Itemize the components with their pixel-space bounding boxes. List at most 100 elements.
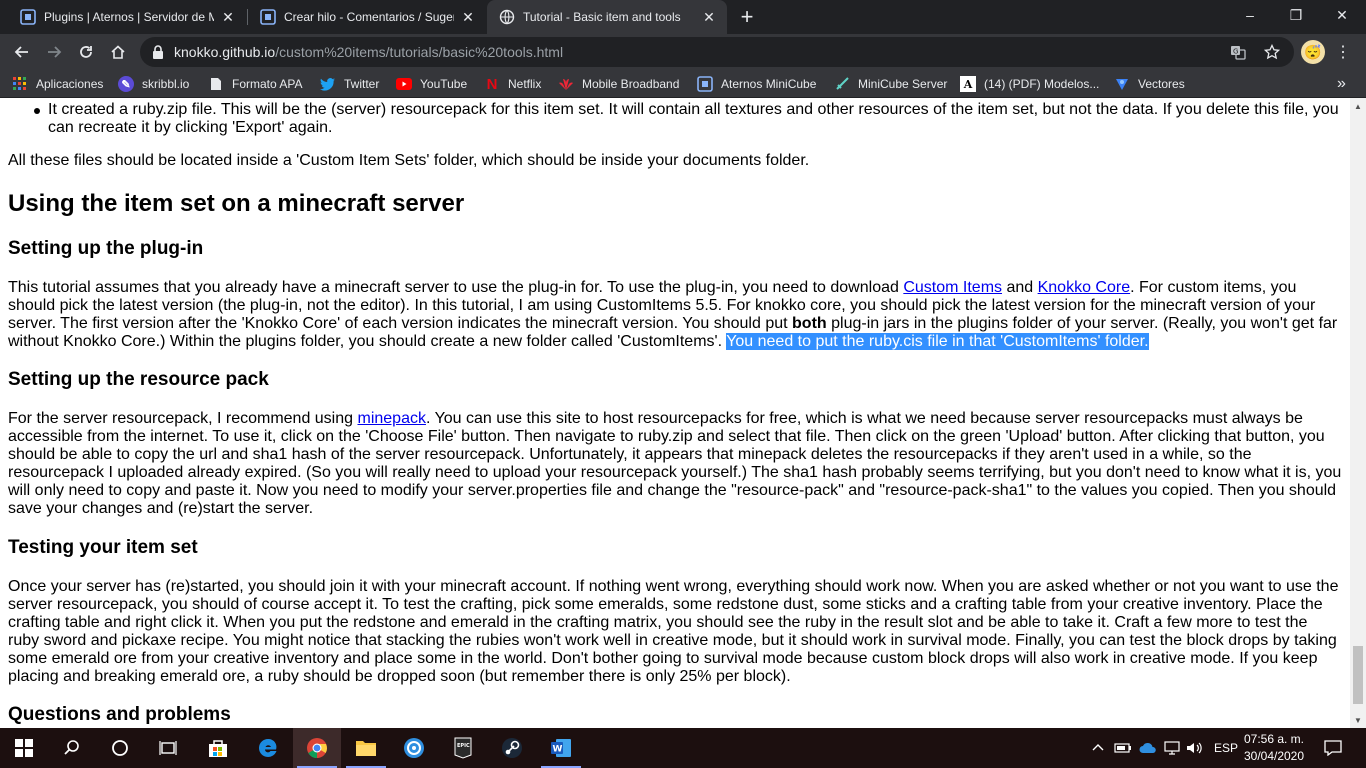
edge-button[interactable]	[244, 728, 292, 768]
search-button[interactable]	[48, 728, 96, 768]
arrow-right-icon	[48, 46, 62, 58]
close-tab-icon[interactable]: ✕	[701, 9, 717, 25]
url-path: /custom%20items/tutorials/basic%20tools.…	[275, 44, 564, 60]
translate-button[interactable]: G	[1230, 37, 1246, 67]
bookmark-doc-icon	[208, 76, 224, 92]
wacom-button[interactable]	[390, 728, 438, 768]
network-tray[interactable]	[1164, 728, 1180, 768]
bookmark-label: Aplicaciones	[36, 77, 104, 91]
bookmark-formato-apa[interactable]: Formato APA	[208, 70, 302, 98]
cortana-button[interactable]	[96, 728, 144, 768]
bookmark-aternos-minicube[interactable]: Aternos MiniCube	[697, 70, 816, 98]
bookmark-label: Vectores	[1138, 77, 1185, 91]
task-view-icon	[159, 741, 177, 755]
bookmarks-overflow-button[interactable]: »	[1337, 70, 1346, 98]
url-text[interactable]: knokko.github.io/custom%20items/tutorial…	[174, 44, 563, 60]
store-bag-icon	[209, 740, 227, 757]
task-view-button[interactable]	[144, 728, 192, 768]
custom-items-link[interactable]: Custom Items	[903, 279, 1002, 296]
windows-taskbar: EPIC W ESP 07:56 a. m. 30/04/2020	[0, 728, 1366, 768]
minimize-button[interactable]: –	[1227, 0, 1273, 30]
chrome-icon	[307, 738, 327, 759]
aternos-icon	[697, 76, 713, 92]
svg-text:G: G	[1233, 48, 1238, 56]
profile-avatar[interactable]: 😴	[1301, 40, 1325, 64]
speaker-icon	[1187, 742, 1202, 754]
kebab-menu-icon: ⋮	[1335, 44, 1351, 61]
url-host: knokko.github.io	[174, 44, 276, 60]
bookmark-label: YouTube	[420, 77, 468, 91]
heading-testing: Testing your item set	[8, 537, 198, 558]
tab-strip: Plugins | Aternos | Servidor de Minecraf…	[0, 0, 1366, 34]
clock-time: 07:56 a. m.	[1243, 732, 1305, 746]
bookmark-mobile-broadband[interactable]: Mobile Broadband	[558, 70, 679, 98]
word-button[interactable]: W	[537, 728, 585, 768]
aternos-icon	[20, 9, 36, 25]
input-language[interactable]: ESP	[1214, 728, 1238, 768]
reload-button[interactable]	[72, 38, 100, 66]
academia-icon: A	[960, 76, 976, 92]
knokko-core-link[interactable]: Knokko Core	[1038, 279, 1131, 296]
word-icon: W	[551, 739, 571, 757]
epic-games-button[interactable]: EPIC	[439, 728, 487, 768]
bookmark-apps[interactable]: Aplicaciones	[12, 70, 103, 98]
tab-tutorial[interactable]: Tutorial - Basic item and tools ✕	[487, 0, 727, 34]
back-button[interactable]	[8, 38, 36, 66]
battery-tray[interactable]	[1114, 728, 1132, 768]
close-tab-icon[interactable]: ✕	[220, 9, 236, 25]
start-button[interactable]	[0, 728, 48, 768]
youtube-icon	[396, 76, 412, 92]
new-tab-button[interactable]: +	[734, 4, 760, 30]
bookmark-minicube-server[interactable]: MiniCube Server	[834, 70, 947, 98]
bookmarks-bar: Aplicaciones ✎ skribbl.io Formato APA Tw…	[0, 70, 1366, 98]
page-scrollbar[interactable]: ▲ ▼	[1350, 98, 1366, 728]
file-explorer-button[interactable]	[342, 728, 390, 768]
bold-text: both	[792, 315, 827, 332]
scrollbar-thumb[interactable]	[1353, 646, 1363, 704]
system-clock[interactable]: 07:56 a. m. 30/04/2020	[1238, 731, 1310, 765]
huawei-icon	[558, 76, 574, 92]
tab-crear-hilo[interactable]: Crear hilo - Comentarios / Sugerencias ✕	[248, 0, 486, 34]
scroll-down-icon[interactable]: ▼	[1350, 712, 1366, 728]
vectores-icon	[1114, 76, 1130, 92]
forward-button[interactable]	[40, 38, 68, 66]
tab-aternos-plugins[interactable]: Plugins | Aternos | Servidor de Minecraf…	[8, 0, 246, 34]
onedrive-tray[interactable]	[1139, 728, 1157, 768]
text-run: and	[1002, 279, 1038, 296]
bookmark-star-button[interactable]	[1264, 37, 1280, 67]
epic-games-icon: EPIC	[454, 737, 472, 759]
address-bar[interactable]: knokko.github.io/custom%20items/tutorial…	[140, 37, 1294, 67]
maximize-button[interactable]: ❐	[1273, 0, 1319, 30]
bookmark-label: Twitter	[344, 77, 380, 91]
globe-icon	[499, 9, 515, 25]
chevron-up-icon	[1092, 744, 1104, 751]
chrome-taskbar-button[interactable]	[293, 728, 341, 768]
action-center-button[interactable]	[1324, 728, 1342, 768]
lock-icon[interactable]	[152, 45, 164, 59]
home-button[interactable]	[104, 38, 132, 66]
bookmark-twitter[interactable]: Twitter	[320, 70, 379, 98]
search-icon	[64, 740, 79, 755]
bookmark-netflix[interactable]: N Netflix	[484, 70, 542, 98]
bookmark-vectores[interactable]: Vectores	[1114, 70, 1185, 98]
close-window-button[interactable]: ✕	[1319, 0, 1365, 30]
menu-button[interactable]: ⋮	[1335, 40, 1351, 64]
testing-paragraph: Once your server has (re)started, you sh…	[8, 578, 1339, 685]
tab-title: Plugins | Aternos | Servidor de Minecraf…	[44, 10, 214, 24]
steam-button[interactable]	[488, 728, 536, 768]
close-tab-icon[interactable]: ✕	[460, 9, 476, 25]
network-icon	[1164, 741, 1180, 755]
volume-tray[interactable]	[1186, 728, 1204, 768]
heading-resource-pack: Setting up the resource pack	[8, 369, 269, 390]
scroll-up-icon[interactable]: ▲	[1350, 98, 1366, 114]
show-hidden-icons-button[interactable]	[1092, 728, 1104, 768]
bookmark-pdf-modelos[interactable]: A (14) (PDF) Modelos...	[960, 70, 1099, 98]
store-button[interactable]	[194, 728, 242, 768]
bookmark-youtube[interactable]: YouTube	[396, 70, 467, 98]
browser-toolbar: knokko.github.io/custom%20items/tutorial…	[0, 34, 1366, 70]
star-icon	[1264, 44, 1280, 60]
bookmark-label: (14) (PDF) Modelos...	[984, 77, 1100, 91]
svg-text:EPIC: EPIC	[457, 743, 470, 749]
bookmark-skribbl[interactable]: ✎ skribbl.io	[118, 70, 189, 98]
minepack-link[interactable]: minepack	[357, 410, 425, 427]
